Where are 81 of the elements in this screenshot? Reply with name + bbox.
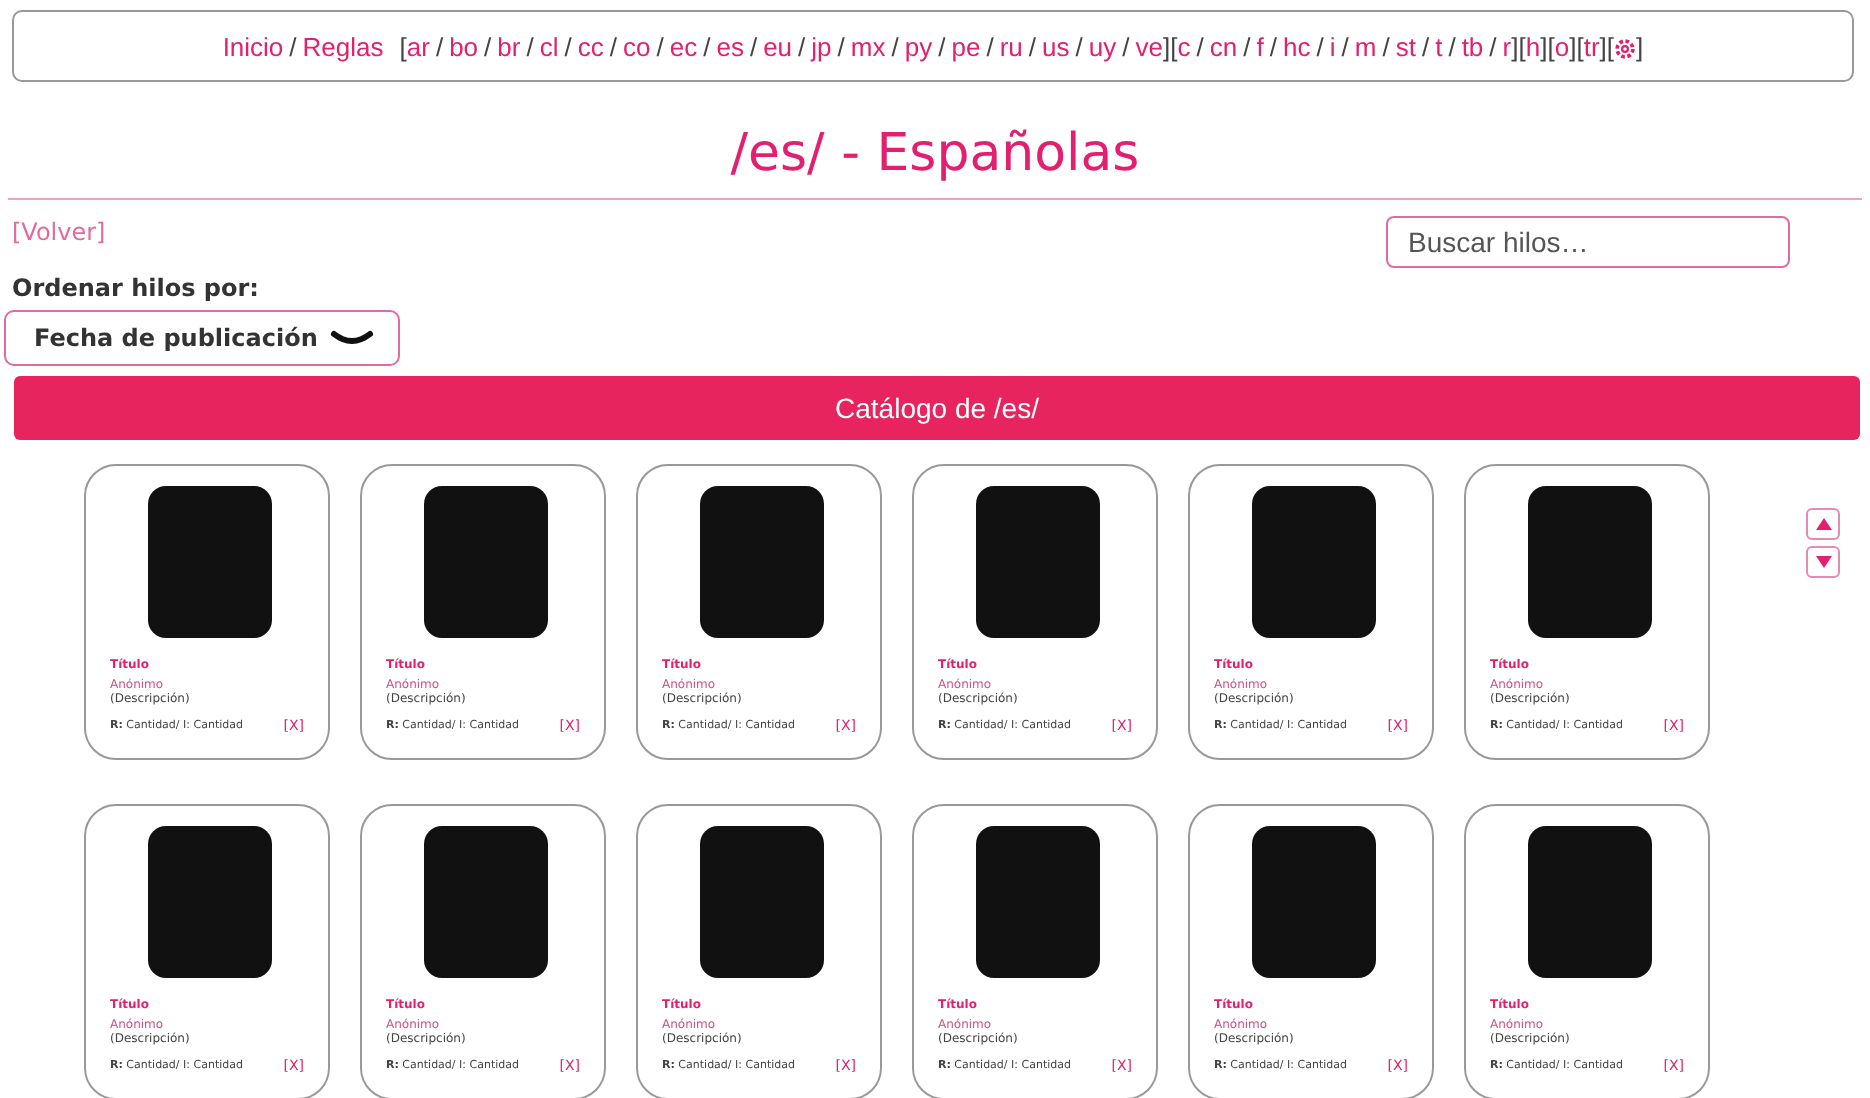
board-link[interactable]: pe (951, 31, 981, 61)
triangle-down-icon (1815, 556, 1831, 568)
separator: / (1489, 31, 1497, 61)
sort-label: Ordenar hilos por: (12, 274, 261, 302)
board-link[interactable]: r (1502, 31, 1512, 61)
board-link[interactable]: m (1354, 31, 1377, 61)
board-link[interactable]: h (1525, 31, 1541, 61)
separator: / (289, 31, 297, 61)
board-link[interactable]: br (497, 31, 521, 61)
scroll-up-button[interactable] (1806, 508, 1840, 540)
board-link[interactable]: bo (449, 31, 479, 61)
separator: / (1028, 31, 1037, 61)
board-link[interactable]: ru (999, 31, 1023, 61)
separator: / (891, 31, 899, 61)
separator: / (938, 31, 946, 61)
board-link[interactable]: c (1177, 31, 1191, 61)
search-field[interactable]: Buscar hilos… (1386, 216, 1790, 268)
board-link[interactable]: Inicio (222, 31, 284, 61)
bracket: [ (1170, 31, 1178, 61)
back-link[interactable]: [Volver] (12, 218, 106, 246)
board-link[interactable]: o (1554, 31, 1570, 61)
bracket: [ (1606, 31, 1615, 61)
separator: / (435, 31, 444, 61)
separator: / (1122, 31, 1130, 61)
board-link[interactable]: eu (763, 31, 793, 61)
board-link[interactable]: i (1329, 31, 1336, 61)
board-link[interactable]: jp (811, 31, 832, 61)
separator: / (609, 31, 617, 61)
separator: / (484, 31, 492, 61)
board-link[interactable]: us (1042, 31, 1070, 61)
bracket: ] (1599, 31, 1607, 61)
board-link[interactable]: mx (850, 31, 886, 61)
separator: / (1243, 31, 1251, 61)
board-link[interactable]: cc (577, 31, 604, 61)
chevron-down-icon (330, 329, 374, 347)
separator: / (837, 31, 845, 61)
separator: / (749, 31, 758, 61)
bracket: [ (1518, 31, 1526, 61)
board-link[interactable]: tb (1461, 31, 1484, 61)
board-link[interactable]: uy (1088, 31, 1117, 61)
bracket: ] (1540, 31, 1548, 61)
board-link[interactable]: cl (539, 31, 559, 61)
board-link[interactable]: ec (669, 31, 698, 61)
separator: / (1382, 31, 1390, 61)
bracket: ] (1162, 31, 1171, 61)
board-link[interactable]: hc (1282, 31, 1311, 61)
board-title: /es/ - Españolas (728, 122, 1142, 186)
separator: / (703, 31, 711, 61)
board-link[interactable]: py (904, 31, 933, 61)
scroll-down-button[interactable] (1806, 546, 1840, 578)
separator: / (526, 31, 534, 61)
separator: / (1316, 31, 1324, 61)
bracket: [ (1547, 31, 1555, 61)
separator: / (1075, 31, 1083, 61)
bracket: [ (1576, 31, 1584, 61)
separator: / (1269, 31, 1277, 61)
separator: / (1421, 31, 1430, 61)
separator: / (564, 31, 572, 61)
board-link[interactable]: es (716, 31, 744, 61)
board-link[interactable]: t (1435, 31, 1443, 61)
separator: / (1341, 31, 1349, 61)
board-link[interactable]: tr (1583, 31, 1600, 61)
bracket: ] (1569, 31, 1577, 61)
board-link[interactable]: st (1395, 31, 1416, 61)
bracket: ] (1511, 31, 1519, 61)
board-link[interactable]: ve (1135, 31, 1163, 61)
separator: / (986, 31, 994, 61)
separator: / (656, 31, 664, 61)
catalog-header: Catálogo de /es/ (14, 376, 1860, 440)
board-link[interactable]: Reglas (302, 31, 384, 61)
board-link[interactable]: cn (1209, 31, 1238, 61)
board-link[interactable]: co (623, 31, 651, 61)
board-link[interactable]: f (1256, 31, 1264, 61)
triangle-up-icon (1815, 518, 1831, 530)
separator: / (1448, 31, 1456, 61)
bracket: [ (399, 31, 407, 61)
bracket: ] (1636, 31, 1644, 61)
separator: / (1196, 31, 1204, 61)
board-link[interactable]: ar (406, 31, 430, 61)
sort-dropdown[interactable]: Fecha de publicación (4, 310, 400, 366)
separator: / (798, 31, 806, 61)
